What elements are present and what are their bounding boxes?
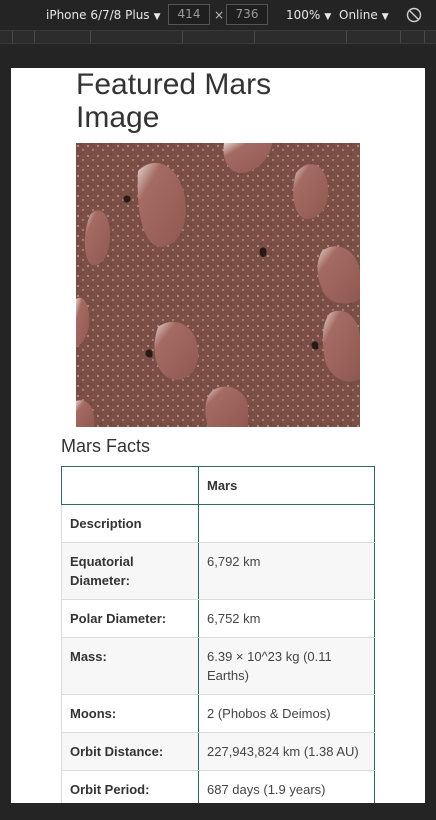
facts-title: Mars Facts xyxy=(61,436,151,456)
table-header-cell: Mars xyxy=(198,466,375,505)
table-row: Description xyxy=(61,504,375,543)
fact-value: 687 days (1.9 years) xyxy=(198,770,375,803)
rotate-icon[interactable] xyxy=(406,7,422,23)
fact-label: Orbit Period: xyxy=(61,770,199,803)
fact-value: 6,792 km xyxy=(198,542,375,600)
zoom-select[interactable]: 100% ▼ xyxy=(286,8,331,22)
table-row: Orbit Distance: 227,943,824 km (1.38 AU) xyxy=(61,732,375,771)
device-select[interactable]: iPhone 6/7/8 Plus ▼ xyxy=(46,8,160,22)
fact-value: 2 (Phobos & Deimos) xyxy=(198,694,375,733)
fact-label: Mass: xyxy=(61,637,199,695)
media-query-ruler[interactable] xyxy=(0,30,436,44)
fact-label: Orbit Distance: xyxy=(61,732,199,771)
height-input[interactable]: 736 xyxy=(226,4,268,25)
featured-mars-image[interactable] xyxy=(76,143,360,427)
mars-facts-table: Mars Description Equatorial Diameter: 6,… xyxy=(61,466,375,803)
fact-label: Polar Diameter: xyxy=(61,599,199,638)
page-title: Featured Mars Image xyxy=(76,68,272,134)
chevron-down-icon: ▼ xyxy=(324,12,332,22)
times-icon: × xyxy=(214,8,225,22)
fact-label: Moons: xyxy=(61,694,199,733)
network-throttle-select[interactable]: Online ▼ xyxy=(339,8,389,22)
device-toolbar: iPhone 6/7/8 Plus ▼ 414 × 736 100% ▼ Onlin… xyxy=(0,0,436,30)
fact-value xyxy=(198,504,375,543)
table-row: Moons: 2 (Phobos & Deimos) xyxy=(61,694,375,733)
table-row: Equatorial Diameter: 6,792 km xyxy=(61,542,375,600)
chevron-down-icon: ▼ xyxy=(381,12,389,22)
width-input[interactable]: 414 xyxy=(168,4,210,25)
fact-label: Description xyxy=(61,504,199,543)
fact-value: 6,752 km xyxy=(198,599,375,638)
zoom-label: 100% xyxy=(286,8,321,22)
page-viewport: Featured Mars Image Mars Facts Mars Desc… xyxy=(11,68,425,803)
device-label: iPhone 6/7/8 Plus xyxy=(46,8,150,22)
table-row: Orbit Period: 687 days (1.9 years) xyxy=(61,770,375,803)
chevron-down-icon: ▼ xyxy=(153,12,161,22)
table-header-cell xyxy=(61,466,199,505)
table-row: Polar Diameter: 6,752 km xyxy=(61,599,375,638)
table-row: Mass: 6.39 × 10^23 kg (0.11 Earths) xyxy=(61,637,375,695)
fact-label: Equatorial Diameter: xyxy=(61,542,199,600)
table-header-row: Mars xyxy=(61,466,375,505)
network-label: Online xyxy=(339,8,378,22)
fact-value: 6.39 × 10^23 kg (0.11 Earths) xyxy=(198,637,375,695)
fact-value: 227,943,824 km (1.38 AU) xyxy=(198,732,375,771)
